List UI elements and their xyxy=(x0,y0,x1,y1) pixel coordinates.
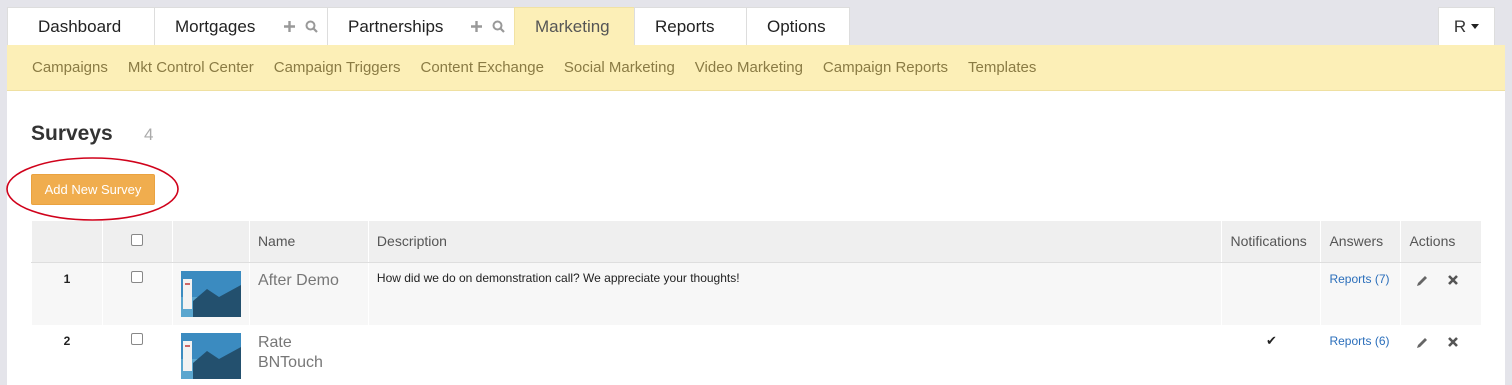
actions-cell xyxy=(1400,262,1481,325)
select-all-checkbox[interactable] xyxy=(131,234,144,247)
add-new-survey-button[interactable]: Add New Survey xyxy=(31,174,155,205)
top-navigation: Dashboard Mortgages Partnerships Marketi… xyxy=(0,0,1512,45)
tab-label: Dashboard xyxy=(38,16,122,36)
delete-x-icon[interactable] xyxy=(1447,336,1459,350)
tab-label: Partnerships xyxy=(348,16,444,36)
description-cell: How did we do on demonstration call? We … xyxy=(367,262,1222,325)
col-name[interactable]: Name xyxy=(248,221,369,263)
subnav-templates[interactable]: Templates xyxy=(968,59,1036,76)
tab-label: Mortgages xyxy=(175,16,256,36)
reports-link[interactable]: Reports (7) xyxy=(1329,272,1389,286)
subnav-social-marketing[interactable]: Social Marketing xyxy=(564,59,675,76)
tab-mortgages[interactable]: Mortgages xyxy=(154,7,328,45)
edit-pencil-icon[interactable] xyxy=(1415,336,1429,350)
description-cell xyxy=(367,324,1222,385)
col-description[interactable]: Description xyxy=(367,221,1222,263)
plus-icon[interactable] xyxy=(281,17,297,35)
survey-name[interactable]: After Demo xyxy=(258,271,360,291)
tab-label: Marketing xyxy=(535,16,610,36)
row-checkbox-cell xyxy=(101,324,173,385)
search-icon[interactable] xyxy=(303,17,319,35)
tab-partnerships[interactable]: Partnerships xyxy=(327,7,515,45)
row-number: 1 xyxy=(31,262,103,325)
subnav-campaigns[interactable]: Campaigns xyxy=(32,59,108,76)
subnav-content-exchange[interactable]: Content Exchange xyxy=(420,59,543,76)
col-notifications[interactable]: Notifications xyxy=(1221,221,1321,263)
subnav-video-marketing[interactable]: Video Marketing xyxy=(695,59,803,76)
tab-label: Options xyxy=(767,16,826,36)
table-row: 1 After Demo How did we do on demonstrat… xyxy=(31,262,1481,325)
user-menu-label: R xyxy=(1453,16,1467,36)
user-menu[interactable]: R xyxy=(1438,7,1495,45)
surveys-table: Name Description Notifications Answers A… xyxy=(31,221,1481,385)
col-select-all xyxy=(101,221,173,263)
plus-icon[interactable] xyxy=(468,17,484,35)
survey-count: 4 xyxy=(144,125,154,144)
delete-x-icon[interactable] xyxy=(1447,274,1459,288)
answers-cell: Reports (7) xyxy=(1320,262,1401,325)
survey-thumbnail[interactable] xyxy=(180,332,241,379)
row-number: 2 xyxy=(31,324,103,385)
col-thumbnail xyxy=(171,221,250,263)
subnav-campaign-reports[interactable]: Campaign Reports xyxy=(823,59,948,76)
survey-description: How did we do on demonstration call? We … xyxy=(376,270,740,285)
subnav-campaign-triggers[interactable]: Campaign Triggers xyxy=(274,59,401,76)
row-checkbox-cell xyxy=(101,262,173,325)
survey-thumbnail[interactable] xyxy=(180,270,241,317)
tab-options[interactable]: Options xyxy=(746,7,850,45)
notification-cell xyxy=(1221,262,1321,325)
tab-reports[interactable]: Reports xyxy=(634,7,747,45)
caret-down-icon xyxy=(1471,24,1480,29)
table-header-row: Name Description Notifications Answers A… xyxy=(31,221,1481,263)
marketing-subnav: Campaigns Mkt Control Center Campaign Tr… xyxy=(7,45,1505,91)
thumbnail-cell xyxy=(171,324,250,385)
answers-cell: Reports (6) xyxy=(1320,324,1401,385)
col-actions: Actions xyxy=(1400,221,1481,263)
row-checkbox[interactable] xyxy=(131,332,144,345)
survey-name[interactable]: Rate BNTouch xyxy=(258,333,338,373)
reports-link[interactable]: Reports (6) xyxy=(1329,334,1389,348)
tab-label: Reports xyxy=(655,16,715,36)
row-checkbox[interactable] xyxy=(131,270,144,283)
tab-dashboard[interactable]: Dashboard xyxy=(7,7,155,45)
actions-cell xyxy=(1400,324,1481,385)
notification-check-icon: ✔ xyxy=(1221,324,1321,385)
name-cell: After Demo xyxy=(248,262,369,325)
subnav-mkt-control-center[interactable]: Mkt Control Center xyxy=(128,59,254,76)
tab-marketing[interactable]: Marketing xyxy=(514,7,635,45)
page-title: Surveys xyxy=(31,122,113,145)
thumbnail-cell xyxy=(171,262,250,325)
main-content: Surveys 4 Add New Survey Name Descriptio… xyxy=(6,91,1505,385)
table-row: 2 Rate BNTouch ✔ Reports (6) xyxy=(31,324,1481,385)
col-answers[interactable]: Answers xyxy=(1320,221,1401,263)
col-number xyxy=(31,221,103,263)
search-icon[interactable] xyxy=(490,17,506,35)
name-cell: Rate BNTouch xyxy=(248,324,369,385)
edit-pencil-icon[interactable] xyxy=(1415,274,1429,288)
